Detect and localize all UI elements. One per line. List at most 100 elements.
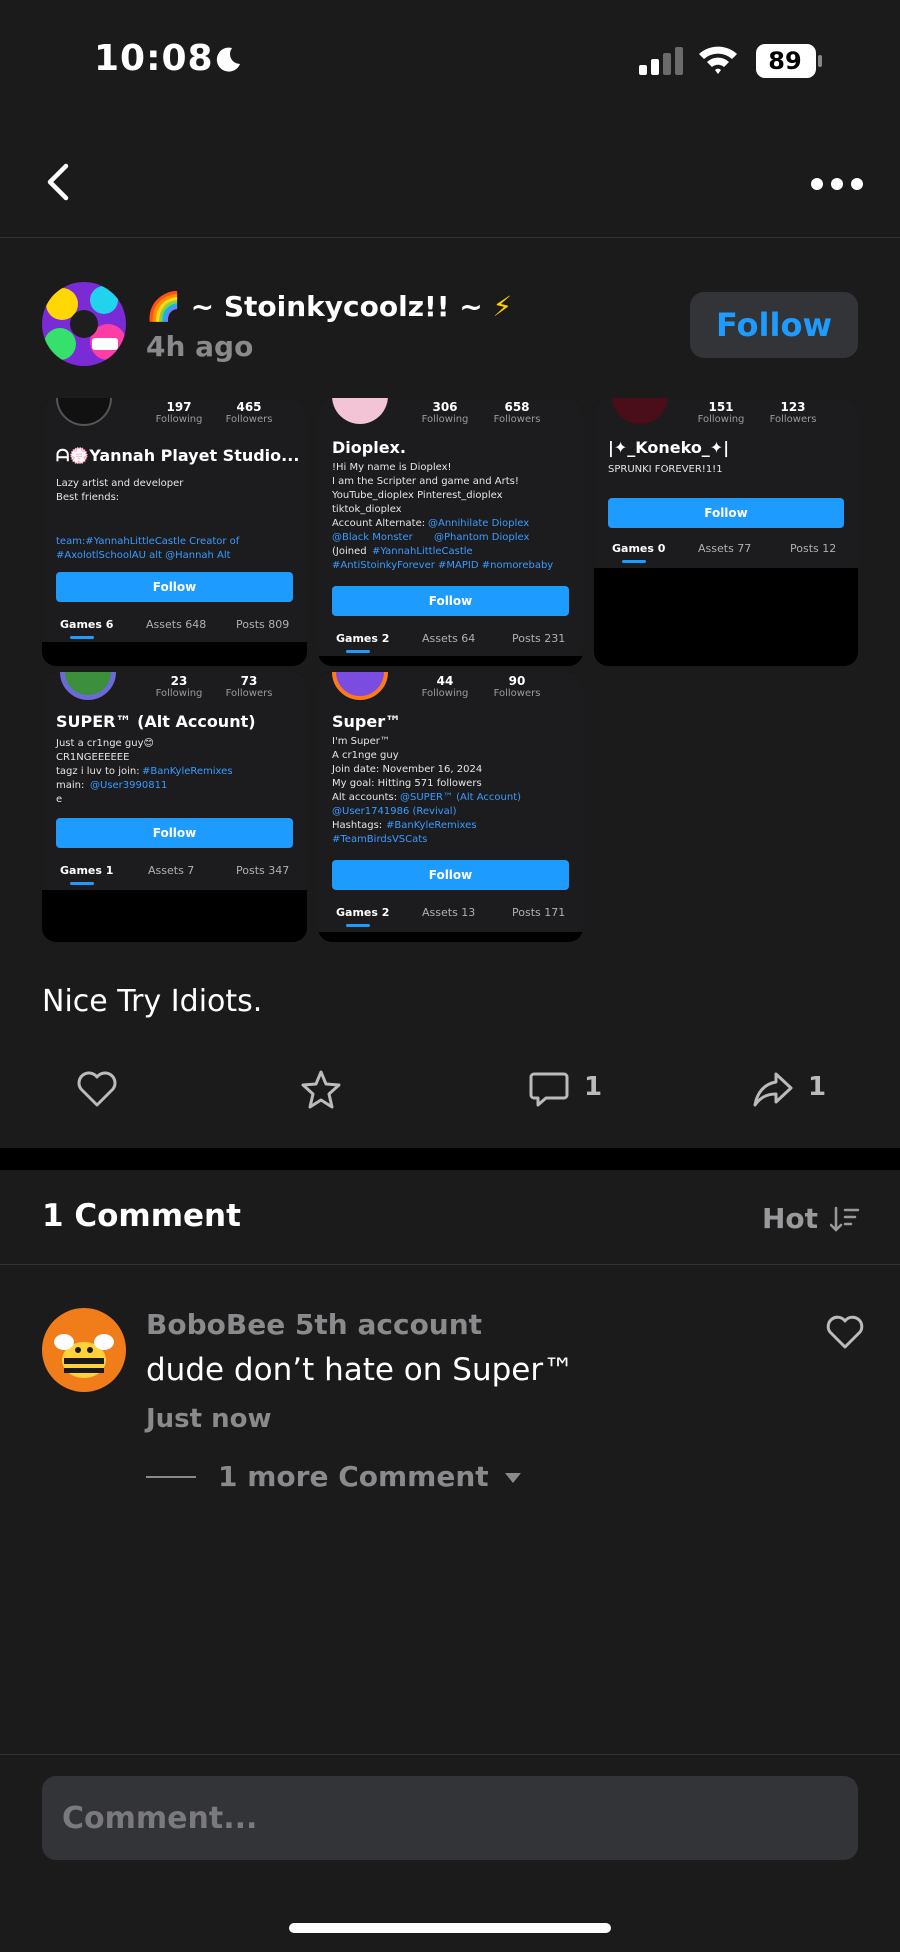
followers-label: Followers <box>493 688 541 699</box>
follow-button[interactable]: Follow <box>690 292 858 358</box>
profile-card-super[interactable]: 44 Following 90 Followers Super™ I'm Super… <box>318 672 583 942</box>
favorite-star-icon[interactable] <box>300 1068 342 1110</box>
lightning-emoji: ⚡ <box>492 290 513 323</box>
tab-games[interactable]: Games 2 <box>336 632 389 645</box>
bio-link[interactable]: @User1741986 (Revival) <box>332 806 456 817</box>
tab-games[interactable]: Games 6 <box>60 618 113 631</box>
profile-card-dioplex[interactable]: 306 Following 658 Followers Dioplex. !Hi M… <box>318 398 583 666</box>
comment-like-heart-icon[interactable] <box>826 1314 864 1350</box>
post-author-name: ~ Stoinkycoolz!! ~ <box>190 290 483 323</box>
tab-indicator <box>70 636 94 639</box>
following-count: 151 <box>708 400 734 414</box>
comment-composer[interactable] <box>42 1776 858 1860</box>
followers-label: Followers <box>225 414 273 425</box>
bio-link[interactable]: team:#YannahLittleCastle Creator of <box>56 536 239 547</box>
share-arrow-icon[interactable] <box>752 1068 794 1110</box>
comment-count: 1 <box>584 1072 603 1102</box>
card-name: Dioplex. <box>332 438 406 457</box>
followers-label: Followers <box>493 414 541 425</box>
section-divider <box>0 1148 900 1170</box>
bio-line: My goal: Hitting 571 followers <box>332 778 482 789</box>
author-avatar[interactable] <box>42 282 126 366</box>
more-replies-label: 1 more Comment <box>218 1460 489 1493</box>
like-heart-icon[interactable] <box>76 1068 118 1110</box>
bio-line: !Hi My name is Dioplex! <box>332 462 452 473</box>
bio-link[interactable]: #AxolotlSchoolAU alt @Hannah Alt <box>56 550 231 561</box>
followers-label: Followers <box>225 688 273 699</box>
tab-posts[interactable]: Posts 809 <box>236 618 289 631</box>
bio-link[interactable]: #BanKyleRemixes <box>386 820 477 831</box>
tab-posts[interactable]: Posts 231 <box>512 632 565 645</box>
divider <box>0 1754 900 1755</box>
followers-count: 90 <box>508 674 526 688</box>
bio-link[interactable]: @Black Monster <box>332 532 413 543</box>
post-author[interactable]: 🌈 ~ Stoinkycoolz!! ~ ⚡ <box>146 290 512 323</box>
comment-time: Just now <box>146 1404 272 1434</box>
tab-assets[interactable]: Assets 64 <box>422 632 475 645</box>
bio-link[interactable]: @SUPER™ (Alt Account) <box>400 792 521 803</box>
tab-posts[interactable]: Posts 171 <box>512 906 565 919</box>
sort-selector[interactable]: Hot <box>762 1202 818 1235</box>
bio-line: Account Alternate: <box>332 518 426 529</box>
card-follow-button[interactable]: Follow <box>332 860 569 890</box>
wifi-icon <box>699 46 737 74</box>
followers-count: 658 <box>504 400 530 414</box>
comment-author[interactable]: BoboBee 5th account <box>146 1308 482 1341</box>
tab-posts[interactable]: Posts 347 <box>236 864 289 877</box>
back-arrow-icon[interactable] <box>40 160 76 204</box>
caret-down-icon <box>505 1473 522 1483</box>
battery-level: 89 <box>768 47 802 75</box>
comment-bubble-icon[interactable] <box>528 1068 570 1110</box>
following-label: Following <box>697 414 745 425</box>
commenter-avatar[interactable] <box>42 1308 126 1392</box>
profile-card-super-alt[interactable]: 23 Following 73 Followers SUPER™ (Alt Acco… <box>42 672 307 942</box>
tab-assets[interactable]: Assets 13 <box>422 906 475 919</box>
nav-bar <box>0 150 900 238</box>
tab-indicator <box>70 882 94 885</box>
followers-count: 73 <box>240 674 258 688</box>
bio-line: Lazy artist and developer <box>56 478 184 489</box>
card-name: |✦_Koneko_✦| <box>608 438 730 457</box>
status-time: 10:08 <box>94 38 214 79</box>
post-caption: Nice Try Idiots. <box>42 984 263 1019</box>
tab-assets[interactable]: Assets 7 <box>148 864 194 877</box>
tab-indicator <box>346 650 370 653</box>
card-avatar <box>56 398 112 426</box>
comment-text: dude don’t hate on Super™ <box>146 1352 575 1388</box>
card-follow-button[interactable]: Follow <box>608 498 844 528</box>
bio-link[interactable]: @User3990811 <box>90 780 167 791</box>
tab-games[interactable]: Games 2 <box>336 906 389 919</box>
bio-link[interactable]: #AntiStoinkyForever #MAPID #nomorebaby <box>332 560 553 571</box>
bio-line: Hashtags: <box>332 820 383 831</box>
bio-link[interactable]: #TeamBirdsVSCats <box>332 834 427 845</box>
bio-link[interactable]: @Annihilate Dioplex <box>428 518 529 529</box>
tab-assets[interactable]: Assets 77 <box>698 542 751 555</box>
profile-card-yannah[interactable]: 197 Following 465 Followers ᗩ💮Yannah Playe… <box>42 398 307 666</box>
rainbow-emoji: 🌈 <box>146 290 181 323</box>
bio-link[interactable]: #YannahLittleCastle <box>372 546 473 557</box>
followers-count: 465 <box>236 400 262 414</box>
profile-card-koneko[interactable]: 151 Following 123 Followers |✦_Koneko_✦| S… <box>594 398 858 666</box>
moon-icon <box>216 47 240 72</box>
bio-link[interactable]: #BanKyleRemixes <box>142 766 233 777</box>
bio-line: A cr1nge guy <box>332 750 399 761</box>
tab-games[interactable]: Games 1 <box>60 864 113 877</box>
card-follow-button[interactable]: Follow <box>56 818 293 848</box>
sort-icon[interactable] <box>830 1205 860 1233</box>
card-follow-button[interactable]: Follow <box>332 586 569 616</box>
following-count: 23 <box>170 674 188 688</box>
card-avatar <box>612 398 668 424</box>
card-follow-button[interactable]: Follow <box>56 572 293 602</box>
tab-assets[interactable]: Assets 648 <box>146 618 206 631</box>
comment-input[interactable] <box>62 1776 838 1860</box>
tab-games[interactable]: Games 0 <box>612 542 665 555</box>
card-name: Super™ <box>332 712 402 731</box>
more-replies-toggle[interactable]: 1 more Comment <box>218 1460 522 1493</box>
following-label: Following <box>421 414 469 425</box>
cellular-signal-icon <box>639 47 683 75</box>
tab-posts[interactable]: Posts 12 <box>790 542 836 555</box>
bio-line: SPRUNKI FOREVER!1!1 <box>608 464 723 475</box>
more-options-icon[interactable] <box>810 176 864 192</box>
bio-link[interactable]: @Phantom Dioplex <box>434 532 529 543</box>
home-indicator[interactable] <box>289 1923 611 1933</box>
